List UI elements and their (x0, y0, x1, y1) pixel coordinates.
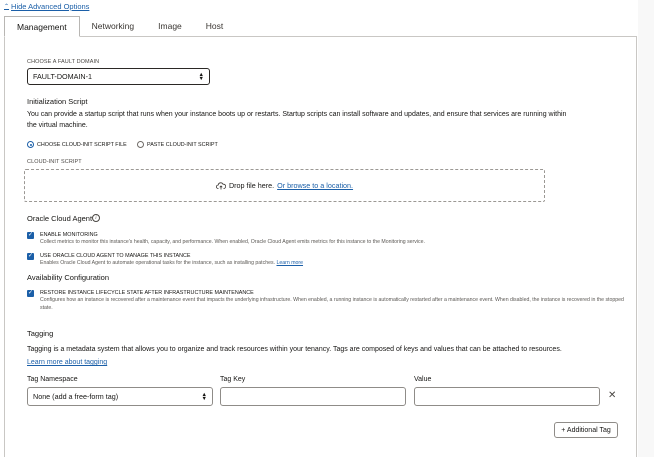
fault-domain-select[interactable]: FAULT-DOMAIN-1 ▲ ▼ (27, 68, 210, 85)
enable-monitoring-label: ENABLE MONITORING (40, 232, 98, 238)
enable-monitoring-description: Collect metrics to monitor this instance… (40, 239, 425, 245)
cloud-upload-icon (215, 181, 226, 189)
tag-namespace-label: Tag Namespace (27, 376, 78, 383)
use-agent-checkbox[interactable]: ✓ (27, 253, 34, 260)
tag-value-input[interactable] (414, 387, 600, 406)
file-drop-zone[interactable]: Drop file here. Or browse to a location. (24, 169, 545, 202)
hide-advanced-label: Hide Advanced Options (11, 2, 90, 11)
scrollbar[interactable] (638, 0, 654, 457)
chevron-up-icon: ⌃ (4, 4, 10, 10)
fault-domain-label: CHOOSE A FAULT DOMAIN (27, 59, 100, 65)
tag-namespace-value: None (add a free-form tag) (33, 392, 119, 401)
hide-advanced-options-link[interactable]: ⌃ Hide Advanced Options (4, 2, 89, 11)
browse-link[interactable]: Or browse to a location. (277, 181, 353, 190)
radio-choose-file[interactable]: CHOOSE CLOUD-INIT SCRIPT FILE (27, 141, 127, 148)
restore-lifecycle-checkbox[interactable]: ✓ (27, 290, 34, 297)
tab-management[interactable]: Management (4, 16, 80, 37)
tab-host[interactable]: Host (194, 16, 235, 37)
info-icon[interactable]: i (92, 214, 100, 222)
tag-key-label: Tag Key (220, 376, 246, 383)
learn-more-tagging-link[interactable]: Learn more about tagging (27, 359, 107, 366)
radio-paste-script[interactable]: PASTE CLOUD-INIT SCRIPT (137, 141, 218, 148)
use-agent-description: Enables Oracle Cloud Agent to automate o… (40, 260, 276, 266)
init-script-description: You can provide a startup script that ru… (27, 111, 567, 129)
fault-domain-value: FAULT-DOMAIN-1 (33, 72, 92, 81)
select-arrows-icon: ▲ ▼ (198, 71, 204, 82)
restore-lifecycle-description: Configures how an instance is recovered … (40, 297, 624, 311)
management-panel: CHOOSE A FAULT DOMAIN FAULT-DOMAIN-1 ▲ ▼ … (4, 36, 637, 457)
remove-tag-icon[interactable]: ✕ (608, 390, 616, 401)
availability-title: Availability Configuration (27, 273, 109, 282)
radio-button-selected[interactable] (27, 141, 34, 148)
use-agent-description-row: Enables Oracle Cloud Agent to automate o… (40, 260, 620, 268)
tab-image[interactable]: Image (146, 16, 194, 37)
tagging-description: Tagging is a metadata system that allows… (27, 346, 562, 353)
tag-key-input[interactable] (220, 387, 406, 406)
drop-file-text: Drop file here. (228, 181, 275, 190)
radio-choose-file-label: CHOOSE CLOUD-INIT SCRIPT FILE (37, 141, 127, 148)
additional-tag-button[interactable]: + Additional Tag (554, 422, 618, 438)
cloud-agent-title: Oracle Cloud Agent (27, 214, 93, 223)
tab-networking[interactable]: Networking (80, 16, 147, 37)
restore-lifecycle-label: RESTORE INSTANCE LIFECYCLE STATE AFTER I… (40, 290, 254, 296)
use-agent-learn-more-link[interactable]: Learn more (276, 260, 303, 266)
init-script-title: Initialization Script (27, 97, 88, 106)
select-arrows-icon: ▲ ▼ (201, 391, 207, 402)
radio-button-unselected[interactable] (137, 141, 144, 148)
tab-bar: Management Networking Image Host (4, 16, 235, 37)
radio-paste-script-label: PASTE CLOUD-INIT SCRIPT (147, 141, 218, 148)
cloud-init-script-label: CLOUD-INIT SCRIPT (27, 159, 82, 165)
use-agent-label: USE ORACLE CLOUD AGENT TO MANAGE THIS IN… (40, 253, 191, 259)
tagging-title: Tagging (27, 329, 54, 338)
tag-value-label: Value (414, 376, 432, 383)
enable-monitoring-checkbox[interactable]: ✓ (27, 232, 34, 239)
tag-namespace-select[interactable]: None (add a free-form tag) ▲ ▼ (27, 387, 213, 406)
